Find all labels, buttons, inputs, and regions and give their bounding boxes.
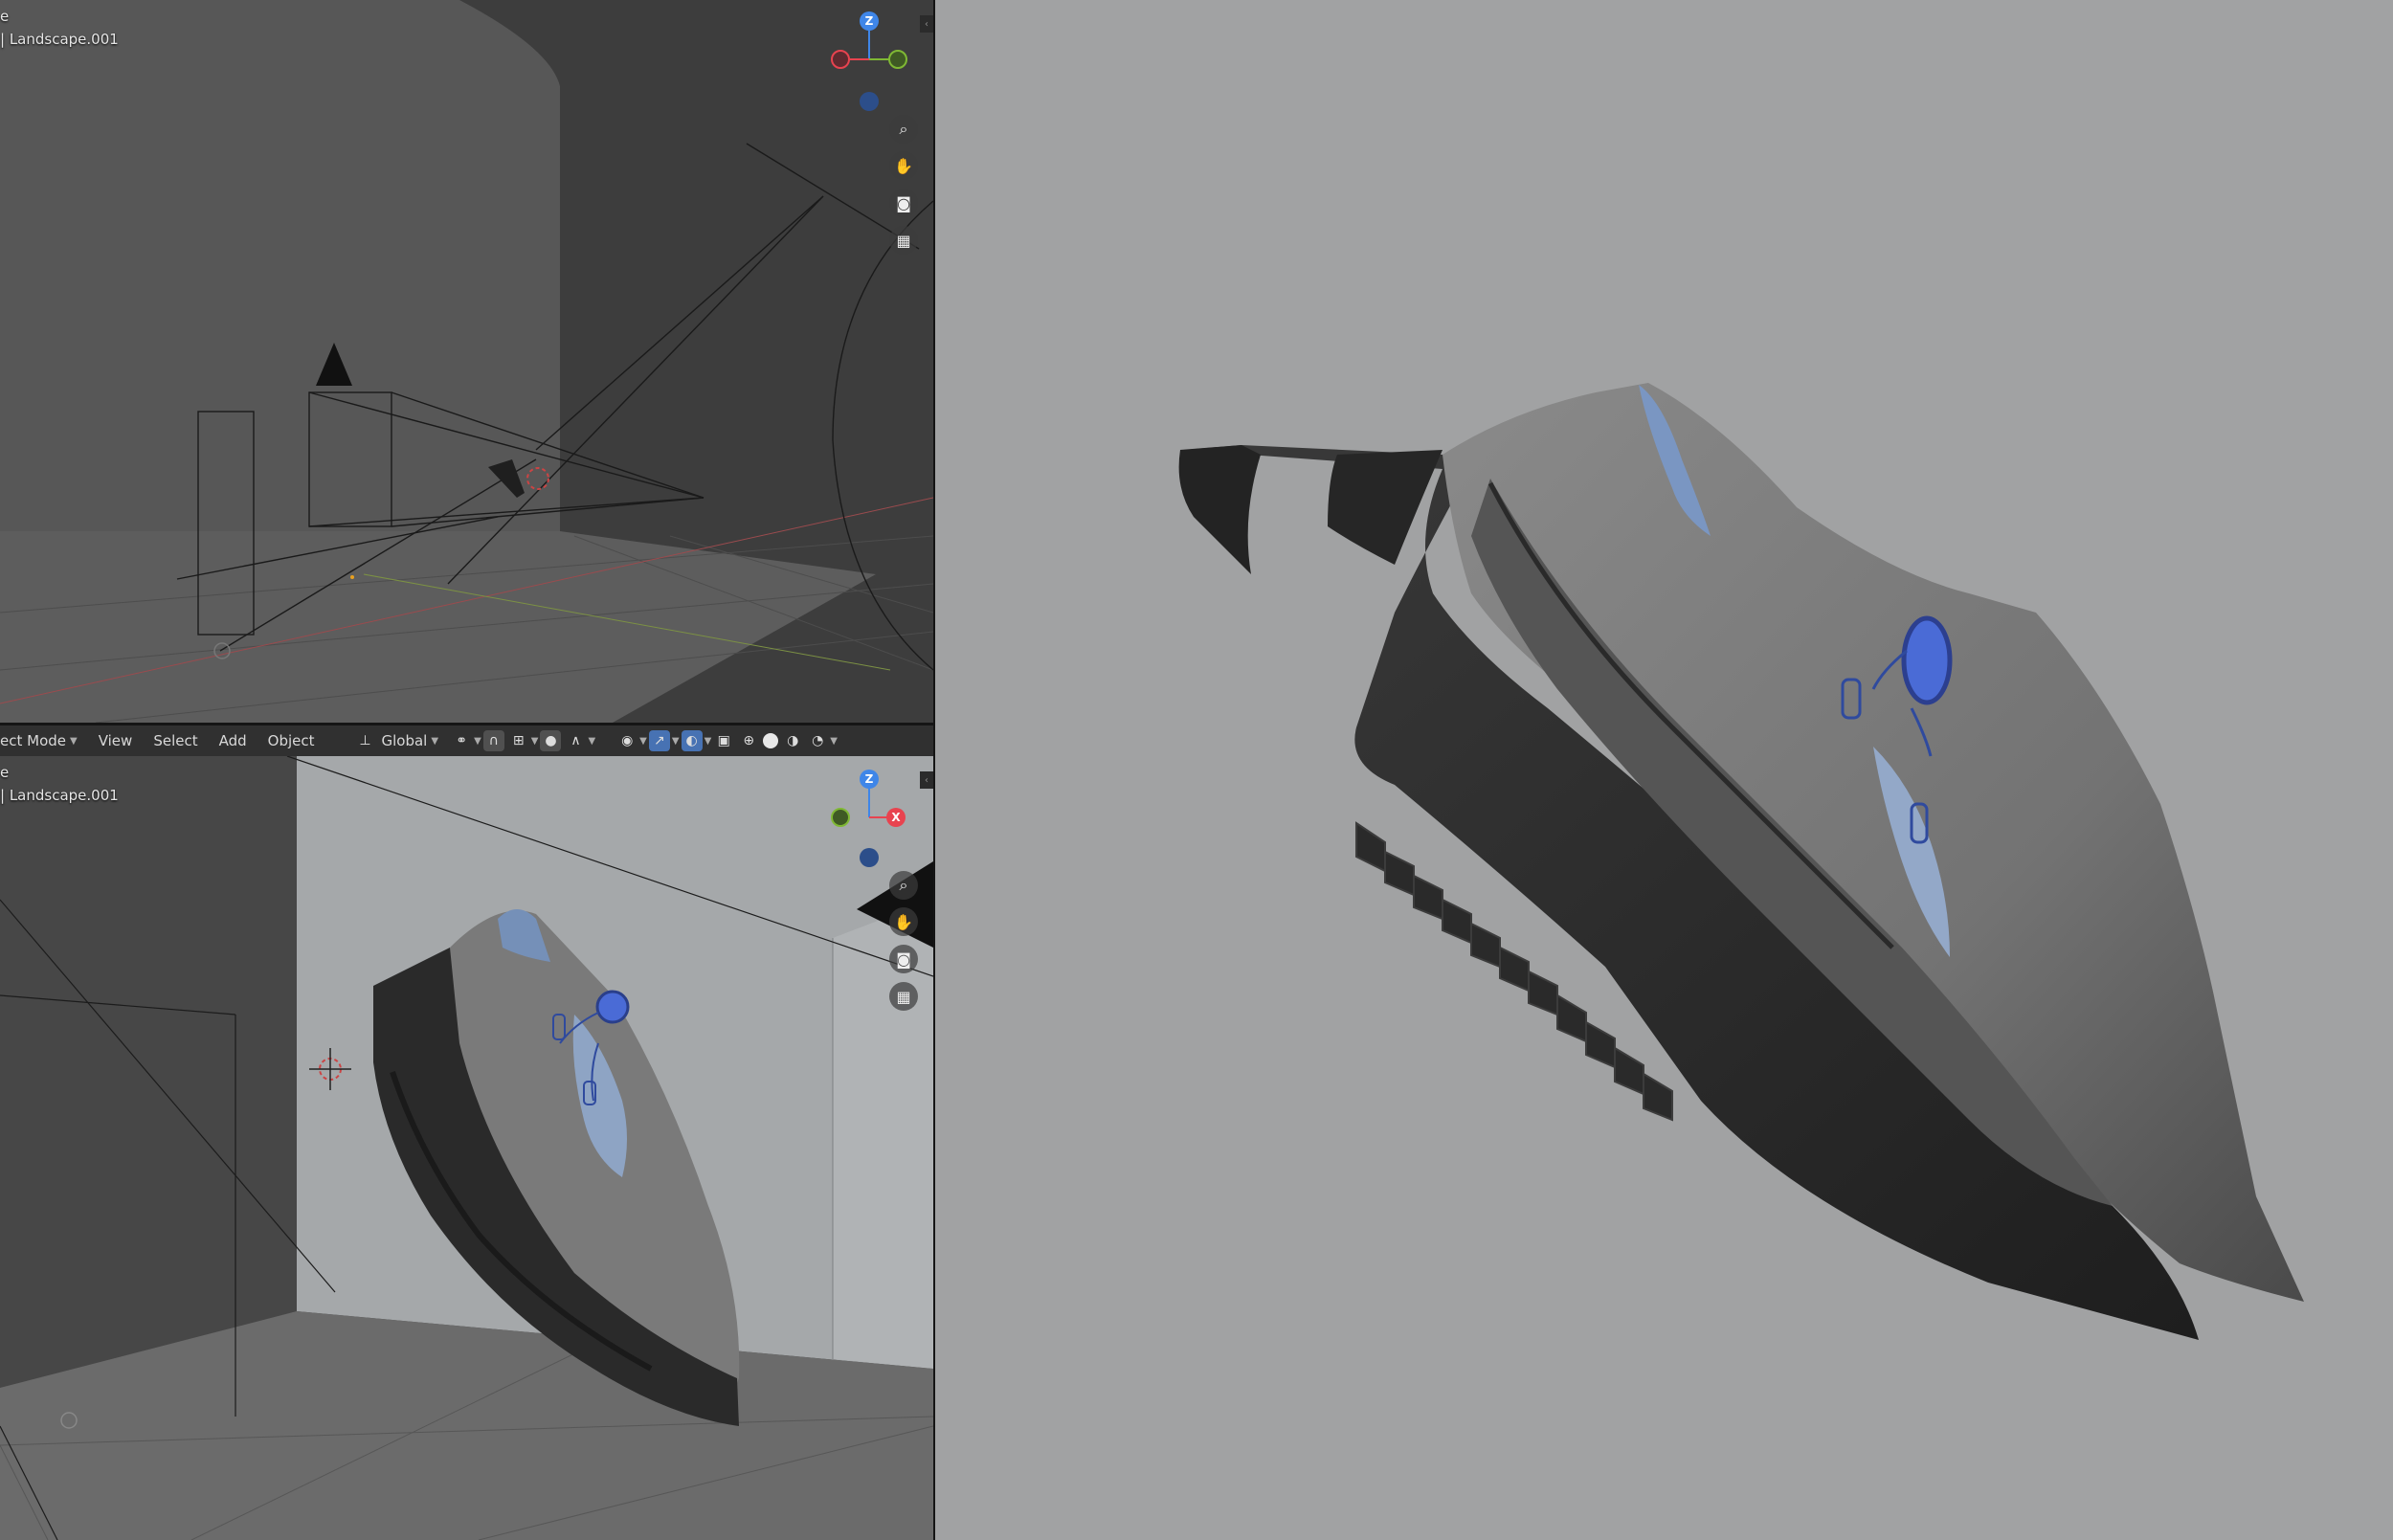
visibility-eye-icon[interactable]: ◉ xyxy=(616,730,637,751)
menu-view[interactable]: View xyxy=(88,732,144,749)
gizmo-neg-z-axis[interactable] xyxy=(860,92,879,111)
falloff-curve-icon[interactable]: ∧ xyxy=(565,730,586,751)
pan-hand-icon[interactable]: ✋ xyxy=(889,151,918,180)
gizmo-toggle-icon[interactable]: ↗ xyxy=(648,730,670,751)
chevron-down-icon: ▼ xyxy=(671,735,680,747)
sidebar-toggle-icon[interactable]: ‹ xyxy=(920,771,933,789)
gizmo-neg-x-axis[interactable] xyxy=(831,50,850,69)
pan-hand-icon[interactable]: ✋ xyxy=(889,907,918,936)
transform-orientation-label: Global xyxy=(381,732,428,749)
shading-wireframe-icon[interactable]: ⊕ xyxy=(738,730,759,751)
navigation-gizmo-bottom[interactable] xyxy=(0,756,933,1540)
gizmo-z-axis[interactable]: Z xyxy=(860,11,879,31)
snap-target-icon[interactable]: ⊞ xyxy=(508,730,529,751)
chevron-down-icon: ▼ xyxy=(639,735,647,747)
transform-orientation-selector[interactable]: ⊥ Global ▼ xyxy=(343,730,450,751)
shading-material-icon[interactable]: ◑ xyxy=(782,730,803,751)
chevron-down-icon: ▼ xyxy=(530,735,539,747)
chevron-down-icon: ▼ xyxy=(70,735,78,747)
xray-toggle-icon[interactable]: ▣ xyxy=(713,730,734,751)
shoe-render-svg xyxy=(1178,383,2304,1340)
zoom-icon[interactable]: ⌕ xyxy=(889,871,918,900)
proportional-editing-icon[interactable]: ● xyxy=(540,730,562,751)
viewport-bottom[interactable]: e | Landscape.001 Z X ⌕ ✋ ◙ ▦ ‹ xyxy=(0,756,933,1540)
zoom-icon[interactable]: ⌕ xyxy=(889,115,918,144)
chevron-down-icon: ▼ xyxy=(704,735,712,747)
gizmo-neg-z-axis[interactable] xyxy=(860,848,879,867)
gizmo-neg-y-axis[interactable] xyxy=(888,50,907,69)
mode-selector-label: ect Mode xyxy=(0,732,66,749)
chevron-down-icon: ▼ xyxy=(830,735,838,747)
menu-object[interactable]: Object xyxy=(257,732,325,749)
overlays-toggle-icon[interactable]: ◐ xyxy=(681,730,703,751)
shading-rendered-icon[interactable]: ◔ xyxy=(807,730,828,751)
navigation-gizmo-top[interactable] xyxy=(0,0,933,723)
orientation-axes-icon: ⊥ xyxy=(359,733,371,748)
render-view[interactable] xyxy=(935,0,2393,1540)
sidebar-toggle-icon[interactable]: ‹ xyxy=(920,15,933,33)
perspective-grid-icon[interactable]: ▦ xyxy=(889,226,918,255)
gizmo-neg-y-axis[interactable] xyxy=(831,808,850,827)
mode-selector[interactable]: ect Mode ▼ xyxy=(0,732,88,749)
menu-add[interactable]: Add xyxy=(209,732,257,749)
pivot-point-icon[interactable]: ⚭ xyxy=(451,730,472,751)
camera-view-icon[interactable]: ◙ xyxy=(889,189,918,217)
chevron-down-icon: ▼ xyxy=(431,735,439,747)
viewport-header: ect Mode ▼ View Select Add Object ⊥ Glob… xyxy=(0,725,933,756)
snap-magnet-icon[interactable]: ∩ xyxy=(482,730,504,751)
viewport-top[interactable]: e | Landscape.001 Z ⌕ ✋ ◙ ▦ ‹ xyxy=(0,0,933,723)
chevron-down-icon: ▼ xyxy=(588,735,596,747)
perspective-grid-icon[interactable]: ▦ xyxy=(889,982,918,1011)
chevron-down-icon: ▼ xyxy=(474,735,481,747)
gizmo-z-axis[interactable]: Z xyxy=(860,770,879,789)
shading-solid-icon[interactable] xyxy=(763,733,779,748)
gizmo-x-axis[interactable]: X xyxy=(886,808,906,827)
camera-view-icon[interactable]: ◙ xyxy=(889,945,918,973)
menu-select[interactable]: Select xyxy=(143,732,208,749)
